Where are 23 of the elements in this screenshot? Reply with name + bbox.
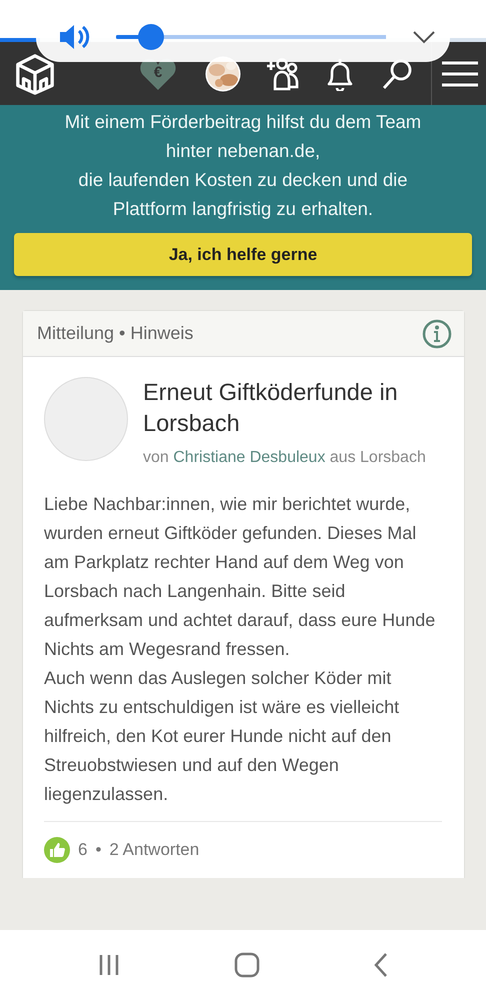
post-text: Liebe Nachbar:innen, wie mir berichtet wurde, wurden erneut Giftköder gefunden. Dieses Mal am Parkplatz rechter Hand auf dem Weg von Lorsbach nach Langenhain. Bitte seid aufmerksam und achtet darauf, dass eure Hunde Nichts am Wegesrand fressen. [44, 493, 436, 661]
speaker-icon[interactable] [58, 23, 90, 51]
banner-text: Mit einem Förderbeitrag hilfst du dem Team [64, 110, 422, 134]
info-icon[interactable] [422, 318, 452, 348]
author-link[interactable]: Christiane Desbuleux [173, 449, 326, 466]
banner-text: die laufenden Kosten zu decken und die [78, 168, 408, 192]
menu-icon[interactable] [442, 60, 478, 88]
separator-dot: • [95, 840, 102, 860]
slider-thumb[interactable] [138, 24, 164, 50]
post-text: Auch wenn das Auslegen solcher Köder mit Nichts zu entschuldigen ist wäre es vielleicht hilfreich, den Kot eurer Hunde nicht auf den Streuobstwiesen und auf den Wegen liegenzulassen. [44, 667, 400, 806]
house-logo-icon[interactable] [14, 52, 56, 94]
home-icon[interactable] [234, 952, 260, 978]
like-count: 6 [78, 840, 88, 860]
post-category: Mitteilung • Hinweis [37, 323, 194, 344]
banner-text: hinter nebenan.de, [166, 139, 320, 163]
banner-text: Plattform langfristig zu erhalten. [112, 197, 374, 221]
help-button[interactable]: Ja, ich helfe gerne [14, 233, 472, 276]
replies-link[interactable]: 2 Antworten [109, 840, 200, 860]
post-title: Erneut Giftköderfunde in Lorsbach [143, 378, 399, 438]
post-byline: von Christiane Desbuleux aus Lorsbach [143, 448, 427, 468]
thumbs-up-icon[interactable] [44, 837, 70, 863]
chevron-down-icon[interactable] [412, 30, 436, 44]
back-icon[interactable] [373, 952, 390, 978]
